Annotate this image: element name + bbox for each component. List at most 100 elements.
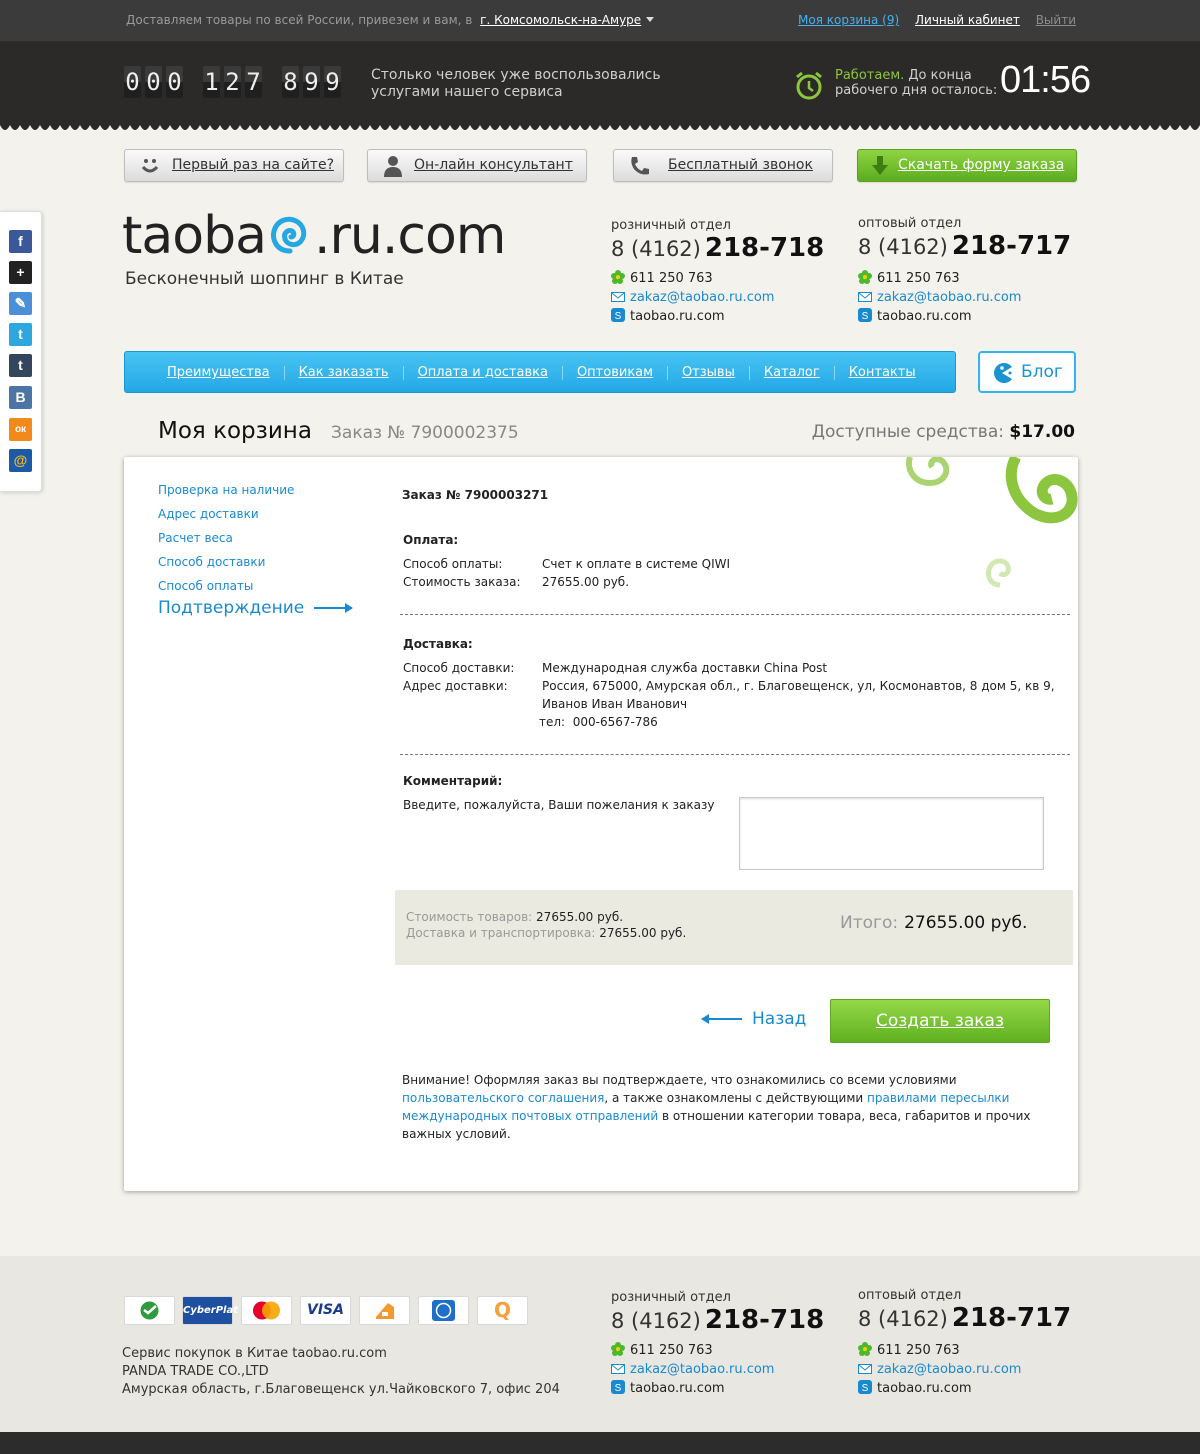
delivery-text: Доставляем товары по всей России, привез… (126, 13, 473, 27)
person-icon (384, 156, 402, 177)
webmoney-icon (418, 1296, 469, 1325)
retail-email: zakaz@taobao.ru.com (611, 288, 824, 307)
online-consultant-button[interactable]: Он-лайн консультант (367, 149, 587, 182)
qiwi-icon: Q (477, 1296, 528, 1325)
delivery-recipient: Иванов Иван Иванович (542, 697, 688, 711)
wholesale-skype-name: taobao.ru.com (877, 309, 972, 324)
terms-text-2: , а также ознакомлены с действующими (604, 1091, 864, 1105)
counter-digit: 0 (124, 66, 141, 98)
nav-item-wholesale[interactable]: Оптовикам (561, 366, 667, 380)
wholesale-email-link[interactable]: zakaz@taobao.ru.com (877, 290, 1021, 305)
step-confirmation: Подтверждение (158, 598, 353, 618)
mastercard-icon (241, 1296, 292, 1325)
step-delivery-method[interactable]: Способ доставки (158, 555, 265, 569)
goods-cost-value: 27655.00 руб. (536, 910, 624, 924)
social-share-panel: f + ✎ t t В ок @ (0, 211, 42, 492)
nav-item-advantages[interactable]: Преимущества (155, 366, 284, 380)
order-number: Заказ № 7900002375 (331, 423, 519, 443)
goods-cost: Стоимость товаров: 27655.00 руб. (406, 910, 623, 924)
delivery-cost-value: 27655.00 руб. (599, 926, 687, 940)
retail-skype: Staobao.ru.com (611, 307, 824, 326)
tumblr-icon[interactable]: t (9, 354, 32, 377)
nav-item-payment-delivery[interactable]: Оплата и доставка (402, 366, 562, 380)
retail-email: zakaz@taobao.ru.com (611, 1360, 824, 1379)
counter-digit: 0 (166, 66, 183, 98)
nav-item-contacts[interactable]: Контакты (833, 366, 930, 380)
mail-ru-icon[interactable]: @ (9, 449, 32, 472)
work-status: Работаем. (835, 68, 905, 83)
order-total: Итого: 27655.00 руб. (840, 913, 1027, 933)
user-agreement-link[interactable]: пользовательского соглашения (402, 1091, 604, 1105)
city-selector[interactable]: г. Комсомольск-на-Амуре (480, 13, 641, 27)
download-arrow-icon (872, 156, 888, 175)
counter-digit: 1 (203, 66, 220, 98)
free-call-button[interactable]: Бесплатный звонок (613, 149, 833, 182)
work-timer: 01:56 (1000, 59, 1091, 101)
mail-icon (611, 290, 625, 304)
bookmark-icon[interactable]: ✎ (9, 292, 32, 315)
delivery-cost-label: Доставка и транспортировка: (406, 926, 596, 940)
delivery-cost: Доставка и транспортировка: 27655.00 руб… (406, 926, 686, 940)
logo-text-1: taoba (122, 206, 267, 266)
checkout-card: Проверка на наличие Адрес доставки Расче… (124, 457, 1078, 1191)
total-label: Итого: (840, 913, 899, 933)
twitter-icon[interactable]: t (9, 323, 32, 346)
comment-textarea[interactable] (739, 797, 1044, 870)
top-bar: Доставляем товары по всей России, привез… (0, 0, 1200, 41)
counter-digit: 9 (324, 66, 341, 98)
pacman-icon (994, 363, 1012, 383)
retail-email-link[interactable]: zakaz@taobao.ru.com (630, 1362, 774, 1377)
retail-icq-number: 611 250 763 (630, 271, 713, 286)
icq-flower-icon (858, 1342, 872, 1356)
footer-line-1: Сервис покупок в Китае taobao.ru.com (122, 1346, 387, 1361)
logout-link[interactable]: Выйти (1036, 13, 1076, 27)
footer-company-info: Сервис покупок в Китае taobao.ru.com PAN… (122, 1345, 560, 1399)
vkontakte-icon[interactable]: В (9, 386, 32, 409)
step-payment-method[interactable]: Способ оплаты (158, 579, 253, 593)
wholesale-email-link[interactable]: zakaz@taobao.ru.com (877, 1362, 1021, 1377)
retail-skype-name: taobao.ru.com (630, 1381, 725, 1396)
cabinet-link[interactable]: Личный кабинет (915, 13, 1020, 27)
divider (400, 754, 1070, 755)
sberbank-icon (124, 1296, 175, 1325)
create-order-button[interactable]: Создать заказ (830, 999, 1050, 1043)
step-address[interactable]: Адрес доставки (158, 507, 259, 521)
retail-email-link[interactable]: zakaz@taobao.ru.com (630, 290, 774, 305)
retail-phone: 8 (4162) 218-718 (611, 1305, 824, 1335)
nav-item-how-to-order[interactable]: Как заказать (283, 366, 403, 380)
first-visit-button[interactable]: Первый раз на сайте? (124, 149, 344, 182)
spiral-decoration-icon (906, 457, 1078, 588)
site-logo[interactable]: taoba .ru.com (122, 206, 506, 266)
back-label: Назад (752, 1009, 807, 1029)
download-order-form-button[interactable]: Скачать форму заказа (857, 149, 1077, 182)
counter-digit: 2 (224, 66, 241, 98)
chevron-down-icon[interactable] (646, 17, 655, 22)
footer-bottom-bar (0, 1432, 1200, 1454)
retail-phone-number: 218-718 (704, 1305, 825, 1335)
nav-item-catalog[interactable]: Каталог (748, 366, 834, 380)
order-cost-value: 27655.00 руб. (542, 575, 630, 589)
terms-text-1: Внимание! Оформляя заказ вы подтверждает… (402, 1073, 957, 1087)
footer-line-2: PANDA TRADE CO.,LTD (122, 1364, 269, 1379)
facebook-icon[interactable]: f (9, 230, 32, 253)
icq-flower-icon (611, 1342, 625, 1356)
available-funds: Доступные средства: $17.00 (812, 422, 1075, 442)
back-link[interactable]: Назад (701, 1009, 807, 1029)
blog-label: Блог (1021, 362, 1063, 382)
step-weight[interactable]: Расчет веса (158, 531, 233, 545)
odnoklassniki-icon[interactable]: ок (9, 418, 32, 441)
step-availability[interactable]: Проверка на наличие (158, 483, 294, 497)
wholesale-phone-number: 218-717 (951, 231, 1072, 261)
google-plus-icon[interactable]: + (9, 261, 32, 284)
wholesale-dept-label: оптовый отдел (858, 1288, 962, 1303)
first-visit-label: Первый раз на сайте? (172, 157, 334, 173)
cart-link[interactable]: Моя корзина (9) (798, 13, 899, 27)
wholesale-icq-number: 611 250 763 (877, 271, 960, 286)
wholesale-dept-label: оптовый отдел (858, 216, 962, 231)
nav-item-reviews[interactable]: Отзывы (666, 366, 749, 380)
work-text-2: рабочего дня осталось: (835, 83, 998, 98)
wholesale-phone-code: 8 (4162) (858, 235, 948, 259)
visa-icon: VISA (300, 1296, 351, 1325)
arrow-left-icon (701, 1014, 742, 1024)
blog-button[interactable]: Блог (978, 351, 1076, 393)
